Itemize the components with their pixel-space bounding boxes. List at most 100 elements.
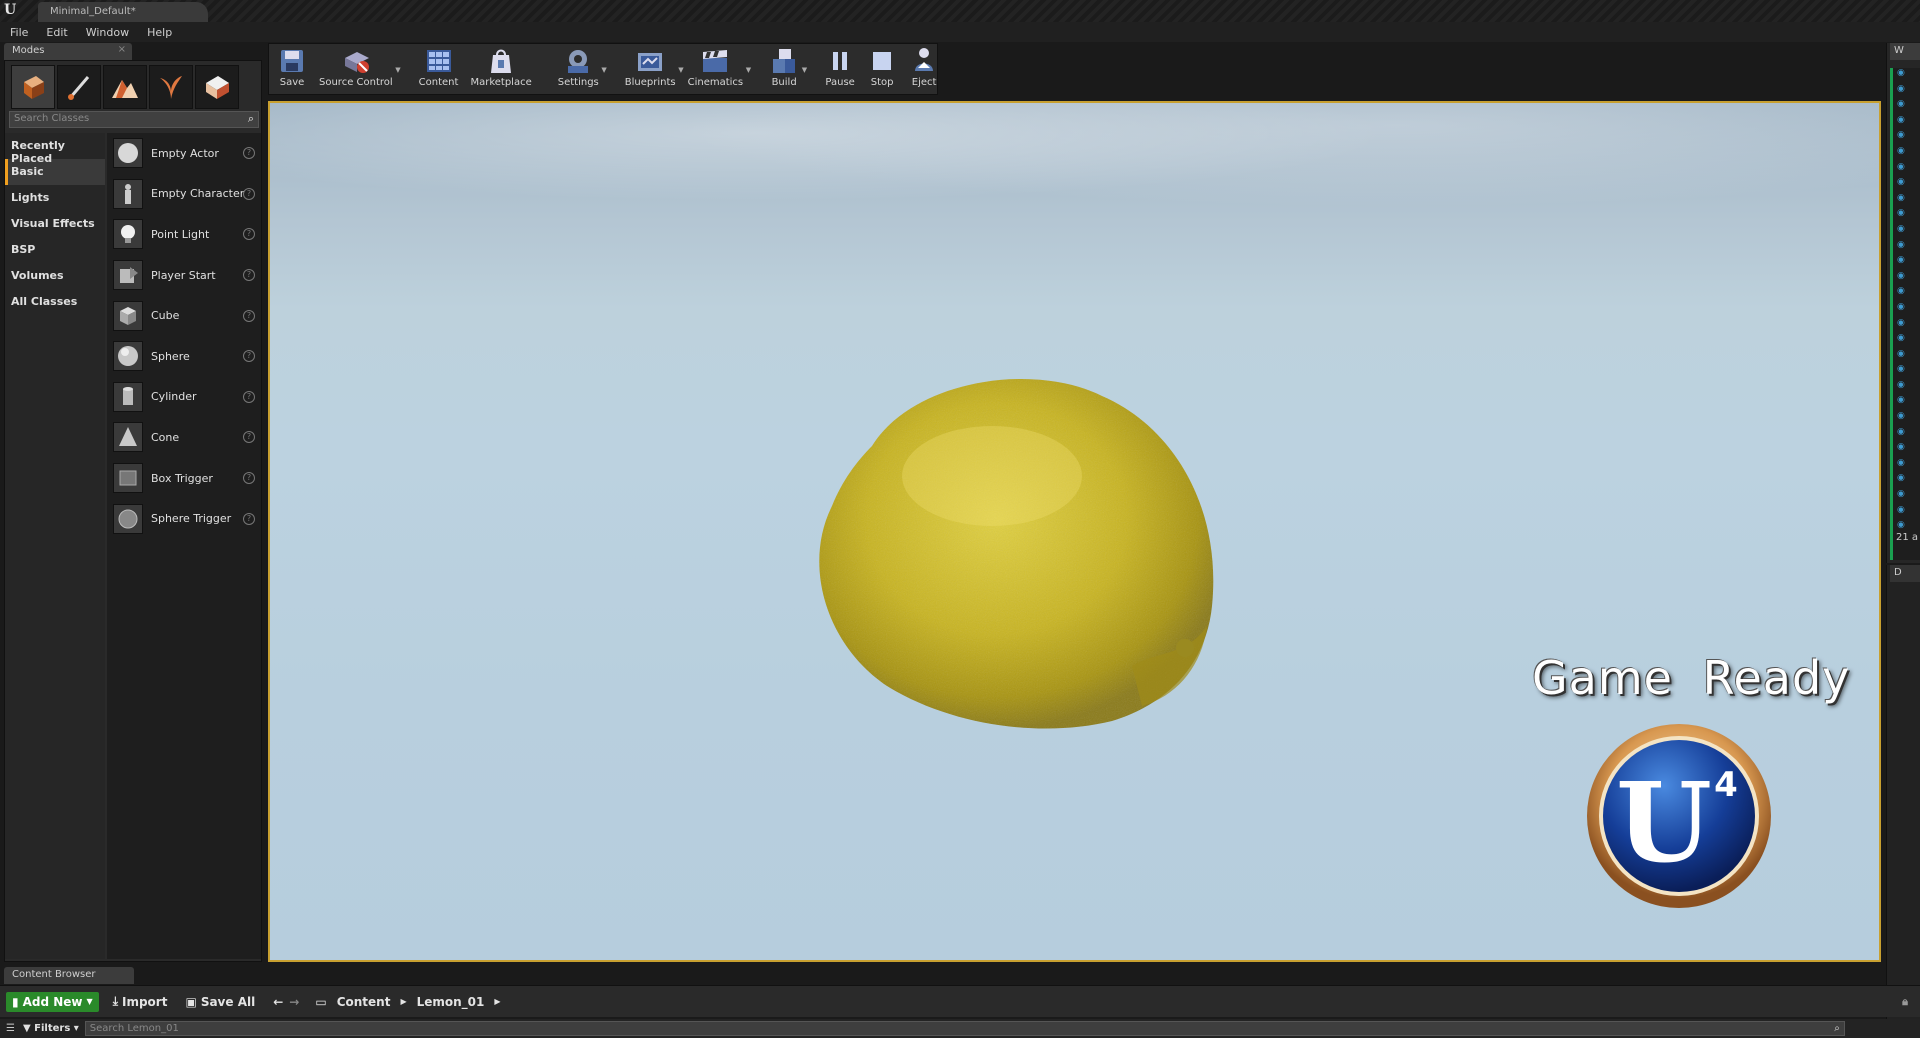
visibility-eye-icon[interactable]: ◉ [1893, 177, 1920, 193]
breadcrumb-lemon-01[interactable]: Lemon_01 [417, 995, 485, 1009]
visibility-eye-icon[interactable]: ◉ [1893, 411, 1920, 427]
import-button[interactable]: ⤓ Import [113, 994, 168, 1009]
visibility-eye-icon[interactable]: ◉ [1893, 146, 1920, 162]
visibility-eye-icon[interactable]: ◉ [1893, 224, 1920, 240]
visibility-eye-icon[interactable]: ◉ [1893, 68, 1920, 84]
place-mode-icon[interactable] [11, 65, 55, 109]
foliage-mode-icon[interactable] [149, 65, 193, 109]
help-icon[interactable]: ? [243, 309, 255, 322]
class-item-box-trigger[interactable]: Box Trigger ? [107, 458, 261, 499]
breadcrumb-content[interactable]: Content [337, 995, 391, 1009]
sources-toggle-icon[interactable]: ☰ [6, 1023, 15, 1034]
visibility-eye-icon[interactable]: ◉ [1893, 505, 1920, 521]
lock-icon[interactable]: 🔒︎ [1902, 995, 1908, 1009]
help-icon[interactable]: ? [243, 147, 255, 160]
class-item-player-start[interactable]: Player Start ? [107, 255, 261, 296]
visibility-eye-icon[interactable]: ◉ [1893, 193, 1920, 209]
category-visual-effects[interactable]: Visual Effects [5, 211, 105, 237]
paint-mode-icon[interactable] [57, 65, 101, 109]
level-tab[interactable]: Minimal_Default* [38, 2, 208, 22]
class-item-empty-character[interactable]: Empty Character ? [107, 174, 261, 215]
visibility-eye-icon[interactable]: ◉ [1893, 333, 1920, 349]
category-bsp[interactable]: BSP [5, 237, 105, 263]
settings-button[interactable]: Settings ▼ [552, 44, 607, 94]
visibility-eye-icon[interactable]: ◉ [1893, 458, 1920, 474]
cinematics-button[interactable]: Cinematics ▼ [682, 44, 751, 94]
lemon-model[interactable] [802, 356, 1222, 734]
visibility-eye-icon[interactable]: ◉ [1893, 473, 1920, 489]
category-recently-placed[interactable]: Recently Placed [5, 133, 105, 165]
visibility-eye-icon[interactable]: ◉ [1893, 115, 1920, 131]
class-item-sphere[interactable]: Sphere ? [107, 336, 261, 377]
eject-button[interactable]: Eject [903, 44, 945, 94]
level-viewport[interactable]: Game Ready U 4 [268, 101, 1881, 962]
forward-arrow-icon[interactable]: → [289, 995, 299, 1009]
help-icon[interactable]: ? [243, 228, 255, 241]
category-all-classes[interactable]: All Classes [5, 289, 105, 315]
help-icon[interactable]: ? [243, 512, 255, 525]
menu-file[interactable]: File [10, 26, 28, 39]
save-all-button[interactable]: ▣ Save All [185, 995, 255, 1009]
class-item-empty-actor[interactable]: Empty Actor ? [107, 133, 261, 174]
chevron-down-icon[interactable]: ▼ [746, 66, 751, 74]
chevron-down-icon[interactable]: ▼ [601, 66, 606, 74]
source-control-button[interactable]: Source Control ▼ [313, 44, 401, 94]
filters-button[interactable]: ▼ Filters ▾ [23, 1023, 79, 1034]
visibility-eye-icon[interactable]: ◉ [1893, 271, 1920, 287]
visibility-eye-icon[interactable]: ◉ [1893, 255, 1920, 271]
visibility-eye-icon[interactable]: ◉ [1893, 302, 1920, 318]
visibility-eye-icon[interactable]: ◉ [1893, 489, 1920, 505]
help-icon[interactable]: ? [243, 350, 255, 363]
geometry-mode-icon[interactable] [195, 65, 239, 109]
menu-edit[interactable]: Edit [46, 26, 67, 39]
visibility-eye-icon[interactable]: ◉ [1893, 427, 1920, 443]
save-button[interactable]: Save [271, 44, 313, 94]
pause-button[interactable]: Pause [819, 44, 861, 94]
visibility-eye-icon[interactable]: ◉ [1893, 380, 1920, 396]
build-button[interactable]: Build ▼ [763, 44, 807, 94]
class-item-cube[interactable]: Cube ? [107, 295, 261, 336]
visibility-eye-icon[interactable]: ◉ [1893, 84, 1920, 100]
content-button[interactable]: Content [413, 44, 465, 94]
help-icon[interactable]: ? [243, 472, 255, 485]
chevron-right-icon[interactable]: ▶ [400, 997, 406, 1006]
visibility-eye-icon[interactable]: ◉ [1893, 130, 1920, 146]
visibility-eye-icon[interactable]: ◉ [1893, 318, 1920, 334]
modes-tab[interactable]: Modes × [4, 43, 132, 60]
stop-button[interactable]: Stop [861, 44, 903, 94]
visibility-eye-icon[interactable]: ◉ [1893, 162, 1920, 178]
details-tab[interactable]: D [1890, 565, 1920, 582]
content-search-input[interactable]: Search Lemon_01 ⌕ [84, 1021, 1845, 1036]
chevron-down-icon[interactable]: ▼ [802, 66, 807, 74]
class-item-sphere-trigger[interactable]: Sphere Trigger ? [107, 498, 261, 539]
visibility-eye-icon[interactable]: ◉ [1893, 208, 1920, 224]
back-arrow-icon[interactable]: ← [273, 995, 283, 1009]
visibility-eye-icon[interactable]: ◉ [1893, 286, 1920, 302]
menu-window[interactable]: Window [86, 26, 129, 39]
class-item-cone[interactable]: Cone ? [107, 417, 261, 458]
category-volumes[interactable]: Volumes [5, 263, 105, 289]
menu-help[interactable]: Help [147, 26, 172, 39]
close-icon[interactable]: × [118, 44, 126, 55]
visibility-eye-icon[interactable]: ◉ [1893, 364, 1920, 380]
visibility-eye-icon[interactable]: ◉ [1893, 349, 1920, 365]
world-outliner-tab[interactable]: W [1890, 43, 1920, 60]
visibility-eye-icon[interactable]: ◉ [1893, 442, 1920, 458]
blueprints-button[interactable]: Blueprints ▼ [619, 44, 684, 94]
visibility-eye-icon[interactable]: ◉ [1893, 240, 1920, 256]
class-item-point-light[interactable]: Point Light ? [107, 214, 261, 255]
help-icon[interactable]: ? [243, 431, 255, 444]
chevron-down-icon[interactable]: ▼ [395, 66, 400, 74]
content-browser-tab[interactable]: Content Browser [4, 967, 134, 984]
help-icon[interactable]: ? [243, 187, 255, 200]
help-icon[interactable]: ? [243, 269, 255, 282]
visibility-eye-icon[interactable]: ◉ [1893, 395, 1920, 411]
class-item-cylinder[interactable]: Cylinder ? [107, 377, 261, 418]
search-classes-input[interactable]: Search Classes ⌕ [9, 111, 259, 128]
add-new-button[interactable]: ▮ Add New ▼ [6, 991, 99, 1012]
visibility-eye-icon[interactable]: ◉ [1893, 99, 1920, 115]
chevron-right-icon[interactable]: ▶ [494, 997, 500, 1006]
landscape-mode-icon[interactable] [103, 65, 147, 109]
help-icon[interactable]: ? [243, 390, 255, 403]
marketplace-button[interactable]: Marketplace [464, 44, 537, 94]
